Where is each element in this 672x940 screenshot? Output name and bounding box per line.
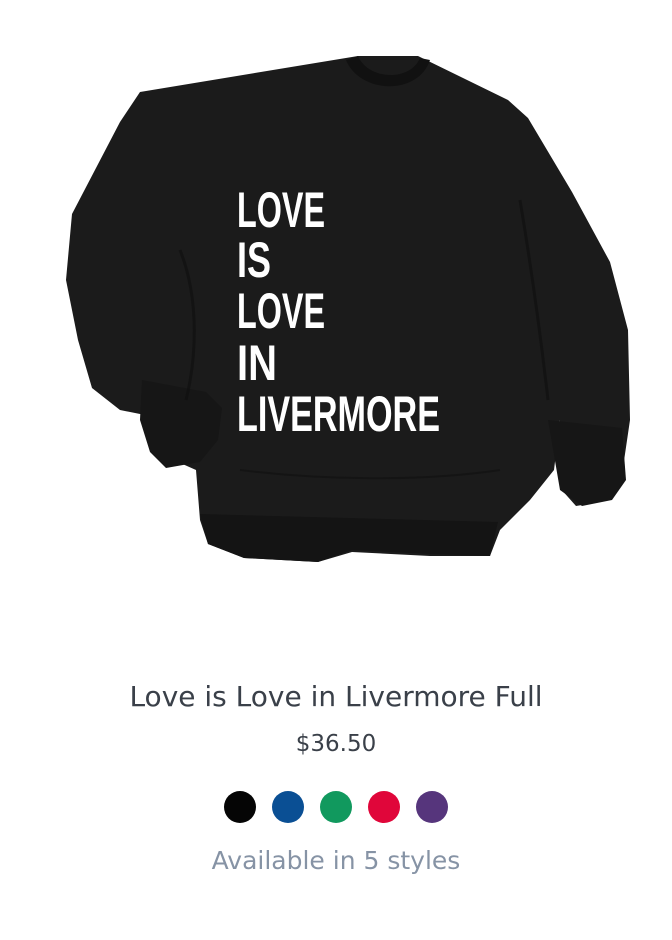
swatch-black[interactable] <box>224 791 256 823</box>
print-line-2: IS <box>237 232 271 288</box>
sweatshirt-body <box>66 56 630 562</box>
swatch-purple[interactable] <box>416 791 448 823</box>
sweatshirt-image: LOVE IS LOVE IN LIVERMORE <box>66 56 630 562</box>
availability-text: Available in 5 styles <box>211 846 461 875</box>
right-cuff <box>548 420 626 506</box>
product-image[interactable]: LOVE IS LOVE IN LIVERMORE <box>0 0 672 620</box>
product-card[interactable]: LOVE IS LOVE IN LIVERMORE Love is Love i… <box>0 0 672 940</box>
color-swatches <box>0 791 672 823</box>
product-price: $36.50 <box>295 731 377 757</box>
swatch-blue[interactable] <box>272 791 304 823</box>
swatch-green[interactable] <box>320 791 352 823</box>
product-title[interactable]: Love is Love in Livermore Full <box>0 680 672 713</box>
print-line-3: LOVE <box>237 283 325 339</box>
print-line-5: LIVERMORE <box>237 386 440 442</box>
print-line-1: LOVE <box>237 182 325 238</box>
swatch-red[interactable] <box>368 791 400 823</box>
print-line-4: IN <box>237 335 277 391</box>
